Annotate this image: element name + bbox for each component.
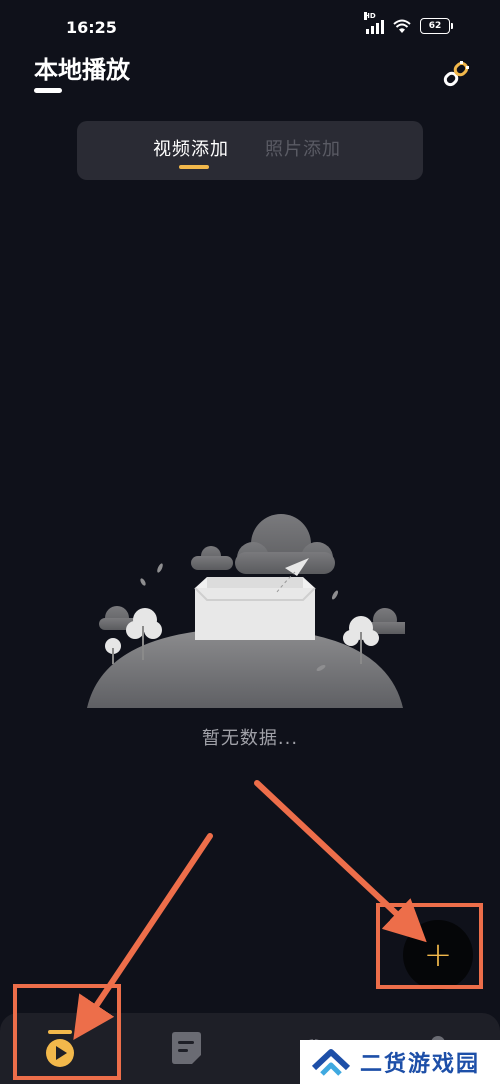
signal-icon: HD (364, 12, 384, 34)
wifi-icon (393, 19, 411, 33)
empty-box-illustration (87, 514, 405, 708)
watermark-text: 二货游戏园 (360, 1052, 481, 1077)
tab-switcher: 视频添加 照片添加 (77, 121, 423, 180)
battery-icon: 62 (420, 18, 453, 34)
nav-note-icon[interactable] (168, 1029, 208, 1069)
status-time: 16:25 (66, 18, 117, 37)
network-type: HD (364, 12, 376, 20)
chevron-logo-icon (311, 1049, 351, 1076)
page-title: 本地播放 (34, 56, 130, 84)
status-bar: 16:25 HD 62 (0, 0, 500, 40)
annotation-box-nav (13, 984, 121, 1080)
watermark: 二货游戏园 (300, 1040, 500, 1084)
tab-photo-add[interactable]: 照片添加 (265, 135, 341, 161)
tab-video-add[interactable]: 视频添加 (153, 135, 229, 161)
link-broken-icon[interactable] (440, 58, 472, 90)
battery-level: 62 (428, 21, 442, 31)
status-icons: HD 62 (364, 12, 453, 34)
empty-state-message: 暂无数据... (201, 728, 299, 749)
tab-indicator (179, 165, 209, 169)
title-underline (34, 88, 62, 93)
annotation-box-fab (376, 903, 483, 989)
